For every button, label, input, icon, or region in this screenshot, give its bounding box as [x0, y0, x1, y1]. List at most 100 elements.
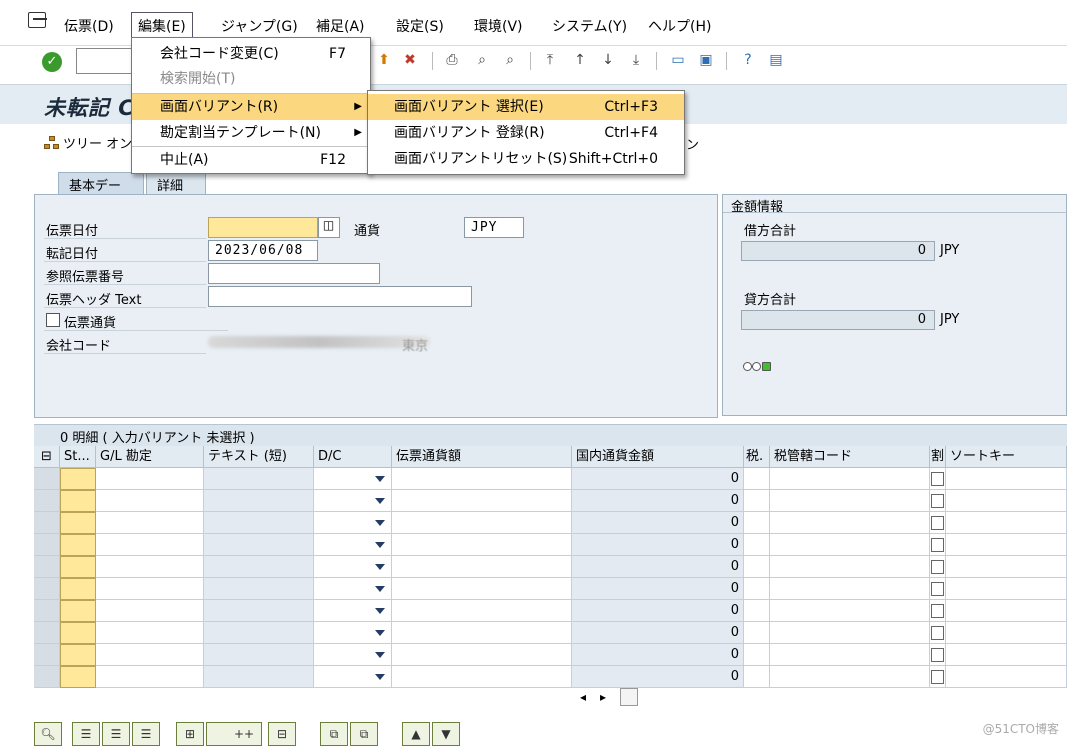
previous-page-icon[interactable]: ↑ [570, 50, 590, 70]
discount-cell[interactable] [930, 490, 946, 512]
short-text-cell[interactable] [204, 578, 314, 600]
status-cell[interactable] [60, 468, 96, 490]
insert-row-icon[interactable]: ⊞ [176, 722, 204, 746]
discount-checkbox[interactable] [931, 472, 944, 486]
sort-key-cell[interactable] [946, 622, 1067, 644]
row-selector[interactable] [34, 600, 60, 622]
select-block-icon[interactable]: ☰ [102, 722, 130, 746]
tax-cell[interactable] [744, 490, 770, 512]
menu-item-save-variant[interactable]: 画面バリアント 登録(R) Ctrl+F4 [368, 120, 684, 146]
tax-jurisdiction-cell[interactable] [770, 622, 930, 644]
discount-cell[interactable] [930, 600, 946, 622]
menu-system[interactable]: システム(Y) [552, 16, 627, 36]
dc-cell[interactable] [314, 666, 392, 688]
print-icon[interactable]: ⎙ [442, 50, 462, 70]
discount-cell[interactable] [930, 468, 946, 490]
table-settings-icon[interactable]: ⊟ [34, 446, 60, 468]
horizontal-scrollbar[interactable]: ◂ ▸ [576, 688, 646, 708]
discount-cell[interactable] [930, 534, 946, 556]
dropdown-arrow-icon[interactable] [375, 652, 385, 658]
shortcut-icon[interactable]: ▣ [696, 50, 716, 70]
status-cell[interactable] [60, 600, 96, 622]
dc-cell[interactable] [314, 644, 392, 666]
dropdown-arrow-icon[interactable] [375, 674, 385, 680]
sort-descending-icon[interactable]: ▼ [432, 722, 460, 746]
col-tax-jurisdiction[interactable]: 税管轄コード [770, 446, 930, 468]
last-page-icon[interactable]: ⤓ [626, 50, 646, 70]
first-page-icon[interactable]: ⤒ [540, 50, 560, 70]
select-all-icon[interactable]: ☰ [72, 722, 100, 746]
gl-account-cell[interactable] [96, 490, 204, 512]
short-text-cell[interactable] [204, 644, 314, 666]
sort-key-cell[interactable] [946, 644, 1067, 666]
gl-account-cell[interactable] [96, 556, 204, 578]
doc-currency-amount-cell[interactable] [392, 468, 572, 490]
command-field[interactable] [76, 48, 132, 74]
reference-input[interactable] [208, 263, 380, 284]
cancel-icon[interactable]: ✖ [400, 50, 420, 70]
copy-row-icon[interactable]: ⧉ [320, 722, 348, 746]
header-text-input[interactable] [208, 286, 472, 307]
row-selector[interactable] [34, 578, 60, 600]
col-status[interactable]: St... [60, 446, 96, 468]
dc-cell[interactable] [314, 512, 392, 534]
discount-checkbox[interactable] [931, 648, 944, 662]
gl-account-cell[interactable] [96, 512, 204, 534]
help-icon[interactable]: ? [738, 50, 758, 70]
find-icon[interactable]: ⌕ [472, 50, 492, 70]
discount-cell[interactable] [930, 512, 946, 534]
dropdown-arrow-icon[interactable] [375, 586, 385, 592]
doc-currency-checkbox[interactable] [46, 313, 60, 327]
doc-date-input[interactable] [208, 217, 318, 238]
short-text-cell[interactable] [204, 534, 314, 556]
discount-checkbox[interactable] [931, 538, 944, 552]
tree-on-button[interactable]: ツリー オン [44, 133, 132, 152]
app-menu-icon[interactable] [28, 12, 47, 28]
tab-basic-data[interactable]: 基本データ [58, 172, 144, 213]
status-cell[interactable] [60, 578, 96, 600]
sort-key-cell[interactable] [946, 468, 1067, 490]
dropdown-arrow-icon[interactable] [375, 630, 385, 636]
tax-jurisdiction-cell[interactable] [770, 666, 930, 688]
dc-cell[interactable] [314, 556, 392, 578]
status-cell[interactable] [60, 490, 96, 512]
short-text-cell[interactable] [204, 556, 314, 578]
menu-item-start-search[interactable]: 検索開始(T) [132, 66, 370, 92]
tax-cell[interactable] [744, 622, 770, 644]
row-selector[interactable] [34, 468, 60, 490]
tax-cell[interactable] [744, 578, 770, 600]
status-cell[interactable] [60, 556, 96, 578]
row-selector[interactable] [34, 490, 60, 512]
find-next-icon[interactable]: ⌕ [500, 50, 520, 70]
menu-item-cancel[interactable]: 中止(A) F12 [132, 147, 370, 173]
discount-checkbox[interactable] [931, 604, 944, 618]
short-text-cell[interactable] [204, 468, 314, 490]
col-local-currency-amount[interactable]: 国内通貨金額 [572, 446, 744, 468]
menu-item-change-company-code[interactable]: 会社コード変更(C) F7 [132, 41, 370, 67]
gl-account-cell[interactable] [96, 622, 204, 644]
tax-jurisdiction-cell[interactable] [770, 556, 930, 578]
status-cell[interactable] [60, 622, 96, 644]
sort-key-cell[interactable] [946, 490, 1067, 512]
scroll-right-icon[interactable]: ▸ [600, 690, 606, 704]
short-text-cell[interactable] [204, 512, 314, 534]
doc-currency-amount-cell[interactable] [392, 644, 572, 666]
menu-item-select-variant[interactable]: 画面バリアント 選択(E) Ctrl+F3 [368, 94, 684, 120]
menu-item-screen-variant[interactable]: 画面バリアント(R) ▶ [132, 94, 370, 120]
doc-currency-amount-cell[interactable] [392, 534, 572, 556]
layout-menu-icon[interactable]: ▤ [766, 50, 786, 70]
dc-cell[interactable] [314, 534, 392, 556]
dc-cell[interactable] [314, 622, 392, 644]
calendar-icon[interactable]: ◫ [318, 217, 340, 238]
dc-cell[interactable] [314, 490, 392, 512]
gl-account-cell[interactable] [96, 666, 204, 688]
dc-cell[interactable] [314, 600, 392, 622]
doc-currency-amount-cell[interactable] [392, 600, 572, 622]
delete-row-icon[interactable]: ⊟ [268, 722, 296, 746]
menu-document[interactable]: 伝票(D) [64, 16, 114, 36]
menu-help[interactable]: ヘルプ(H) [648, 16, 711, 36]
next-page-icon[interactable]: ↓ [598, 50, 618, 70]
tax-cell[interactable] [744, 600, 770, 622]
tax-jurisdiction-cell[interactable] [770, 600, 930, 622]
row-selector[interactable] [34, 512, 60, 534]
